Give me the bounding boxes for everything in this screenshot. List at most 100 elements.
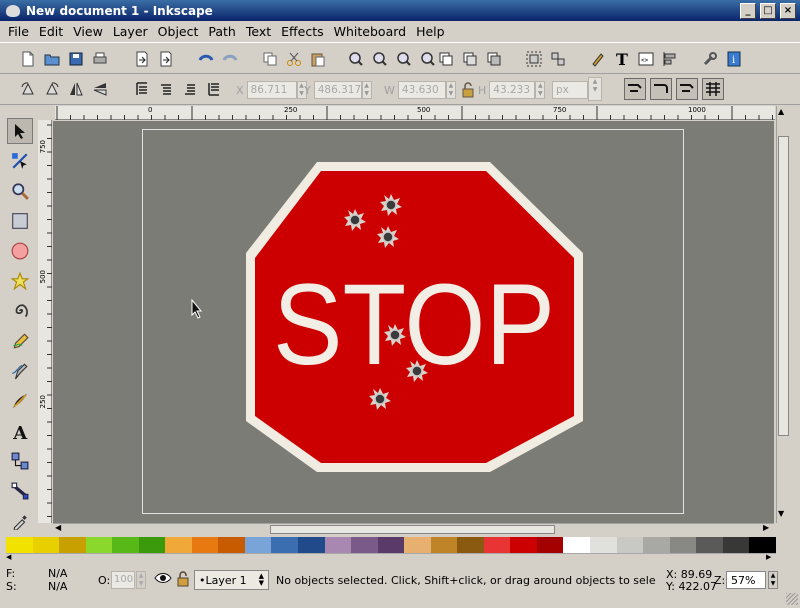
horizontal-ruler[interactable]: 0 250 500 750 1000 <box>55 106 775 120</box>
x-field[interactable]: 86.711 <box>246 81 297 99</box>
visibility-eye-icon[interactable] <box>154 570 172 589</box>
unit-dropdown-arrow[interactable]: ▲ ▼ <box>588 77 602 101</box>
menu-help[interactable]: Help <box>416 24 445 39</box>
palette-swatch[interactable] <box>669 537 697 553</box>
clone-icon[interactable] <box>462 51 478 67</box>
palette-swatch[interactable] <box>244 537 272 553</box>
copy-icon[interactable] <box>262 51 278 67</box>
palette-swatch[interactable] <box>563 537 591 553</box>
palette-swatch[interactable] <box>430 537 458 553</box>
horizontal-scroll-thumb[interactable] <box>270 525 555 534</box>
palette-swatch[interactable] <box>643 537 670 553</box>
horizontal-scrollbar[interactable]: ◀ ▶ <box>53 523 774 535</box>
w-spin-arrows[interactable]: ▲ ▼ <box>445 81 456 99</box>
new-document-icon[interactable] <box>20 51 36 67</box>
palette-swatch[interactable] <box>85 537 113 553</box>
menu-edit[interactable]: Edit <box>39 24 63 39</box>
palette-swatch[interactable] <box>722 537 750 553</box>
connector-tool-icon[interactable] <box>7 448 33 474</box>
layer-dropdown-arrow[interactable]: ▲ ▼ <box>259 573 264 587</box>
zoom-selection-icon[interactable] <box>348 51 364 67</box>
menu-text[interactable]: Text <box>246 24 271 39</box>
undo-icon[interactable] <box>198 51 214 67</box>
palette-swatch[interactable] <box>616 537 644 553</box>
palette-swatch[interactable] <box>351 537 378 553</box>
stop-sign[interactable]: STOP <box>53 121 774 523</box>
opacity-spin[interactable]: ▲ ▼ <box>136 571 146 589</box>
h-field[interactable]: 43.233 <box>489 81 536 99</box>
palette-swatch[interactable] <box>536 537 564 553</box>
gradient-tool-icon[interactable] <box>7 478 33 504</box>
open-file-icon[interactable] <box>44 51 60 67</box>
height-spinbox[interactable]: H 43.233 ▲ ▼ <box>478 80 546 100</box>
save-icon[interactable] <box>68 51 84 67</box>
menu-effects[interactable]: Effects <box>281 24 324 39</box>
group-icon[interactable] <box>526 51 542 67</box>
w-field[interactable]: 43.630 <box>397 81 446 99</box>
palette-swatch[interactable] <box>324 537 352 553</box>
minimize-button[interactable]: _ <box>740 2 756 19</box>
rotate-ccw-icon[interactable] <box>20 81 36 97</box>
calligraphy-tool-icon[interactable] <box>7 388 33 414</box>
y-spinbox[interactable]: Y 486.317 ▲ ▼ <box>304 80 372 100</box>
zoom-drawing-icon[interactable] <box>372 51 388 67</box>
ungroup-icon[interactable] <box>550 51 566 67</box>
menu-whiteboard[interactable]: Whiteboard <box>334 24 406 39</box>
scroll-left-arrow[interactable]: ◀ <box>55 523 61 532</box>
palette-scrollbar[interactable]: ◀ ▶ <box>6 553 776 563</box>
palette-swatch[interactable] <box>6 537 33 553</box>
palette-scroll-right[interactable]: ▶ <box>766 553 771 561</box>
palette-swatch[interactable] <box>298 537 325 553</box>
zoom-width-icon[interactable] <box>420 51 436 67</box>
flip-vertical-icon[interactable] <box>92 81 108 97</box>
vertical-scroll-thumb[interactable] <box>778 136 789 436</box>
flip-horizontal-icon[interactable] <box>68 81 84 97</box>
palette-swatch[interactable] <box>696 537 723 553</box>
duplicate-icon[interactable] <box>438 51 454 67</box>
stroke-value[interactable]: N/A <box>48 580 67 593</box>
menu-view[interactable]: View <box>73 24 103 39</box>
palette-swatch[interactable] <box>32 537 60 553</box>
palette-swatch[interactable] <box>483 537 511 553</box>
paste-icon[interactable] <box>310 51 326 67</box>
palette-swatch[interactable] <box>749 537 776 553</box>
zoom-field[interactable]: 57% <box>726 571 766 589</box>
fill-stroke-icon[interactable] <box>590 51 606 67</box>
text-font-icon[interactable]: T <box>614 51 630 67</box>
opacity-field[interactable]: 100 <box>111 571 135 589</box>
x-spinbox[interactable]: X 86.711 ▲ ▼ <box>236 80 307 100</box>
xml-editor-icon[interactable]: <> <box>638 51 654 67</box>
raise-icon[interactable] <box>158 81 174 97</box>
document-properties-icon[interactable]: i <box>726 51 742 67</box>
align-distribute-icon[interactable] <box>662 51 678 67</box>
zoom-tool-icon[interactable] <box>7 178 33 204</box>
selector-tool-icon[interactable] <box>7 118 33 144</box>
layer-select[interactable]: •Layer 1 ▲ ▼ <box>194 570 269 590</box>
lower-icon[interactable] <box>182 81 198 97</box>
cut-icon[interactable] <box>286 51 302 67</box>
spiral-tool-icon[interactable] <box>7 298 33 324</box>
zoom-page-icon[interactable] <box>396 51 412 67</box>
palette-swatch[interactable] <box>404 537 431 553</box>
y-field[interactable]: 486.317 <box>313 81 362 99</box>
dropper-tool-icon[interactable] <box>7 508 33 534</box>
preferences-icon[interactable] <box>702 51 718 67</box>
rotate-cw-icon[interactable] <box>44 81 60 97</box>
palette-swatch[interactable] <box>510 537 537 553</box>
scroll-down-arrow[interactable]: ▼ <box>778 509 784 518</box>
layer-lock-icon[interactable] <box>177 571 189 590</box>
rectangle-tool-icon[interactable] <box>7 208 33 234</box>
vertical-ruler[interactable]: 750 500 250 <box>38 120 52 523</box>
palette-swatch[interactable] <box>590 537 617 553</box>
pencil-tool-icon[interactable] <box>7 328 33 354</box>
palette-scroll-left[interactable]: ◀ <box>6 553 11 561</box>
h-spin-arrows[interactable]: ▲ ▼ <box>535 81 546 99</box>
scale-stroke-toggle[interactable] <box>624 78 646 100</box>
app-menu-icon[interactable] <box>6 4 20 17</box>
maximize-button[interactable]: □ <box>760 2 776 19</box>
drawing-canvas[interactable]: STOP <box>53 121 774 523</box>
vertical-scrollbar[interactable]: ▲ ▼ <box>776 106 790 523</box>
redo-icon[interactable] <box>222 51 238 67</box>
y-spin-arrows[interactable]: ▲ ▼ <box>361 81 372 99</box>
print-icon[interactable] <box>92 51 108 67</box>
